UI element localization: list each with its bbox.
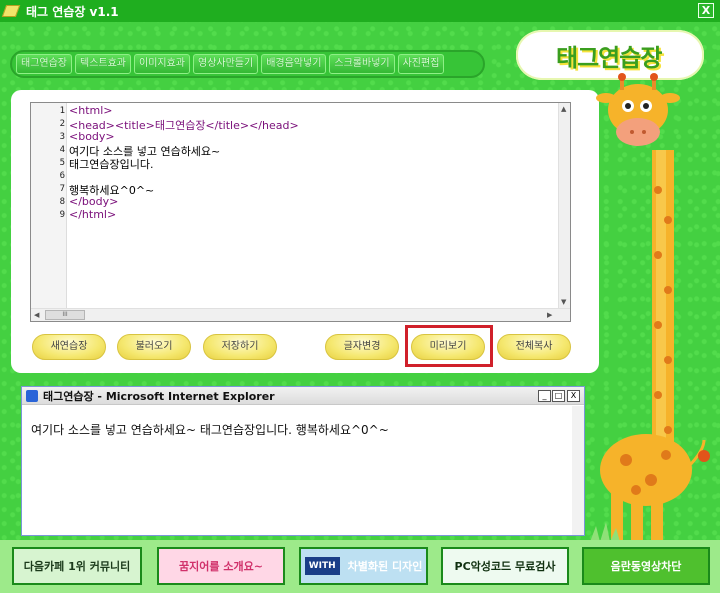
new-practice-button[interactable]: 새연습장	[32, 334, 106, 360]
code-line: 태그연습장입니다.	[69, 158, 154, 171]
menu-image-effect[interactable]: 이미지효과	[134, 54, 190, 74]
app-icon	[1, 5, 21, 17]
menu-tag-practice[interactable]: 태그연습장	[16, 54, 72, 74]
ie-title: 태그연습장 - Microsoft Internet Explorer	[43, 389, 275, 403]
with-text: 차별화된 디자인	[347, 560, 423, 573]
menu-photo-edit[interactable]: 사진편집	[397, 54, 445, 74]
scroll-up-icon[interactable]: ▲	[561, 105, 566, 113]
promo-text: 꿈지어를 소개요~	[179, 560, 263, 573]
menu-bar: 태그연습장 텍스트효과 이미지효과 영상사만들기 배경음악넣기 스크롤바넣기 사…	[10, 50, 485, 78]
block-video-text: 음란동영상차단	[610, 560, 682, 573]
ie-title-bar: 태그연습장 - Microsoft Internet Explorer	[22, 387, 584, 405]
code-line: </body>	[69, 195, 119, 208]
line-number: 4	[59, 145, 65, 155]
line-number: 8	[59, 197, 65, 207]
line-gutter: 1 2 3 4 5 6 7 8 9	[31, 103, 67, 308]
title-bar: 태그 연습장 v1.1 X	[0, 0, 720, 22]
menu-video[interactable]: 영상사만들기	[193, 54, 259, 74]
scroll-right-icon[interactable]: ▶	[547, 311, 552, 319]
ie-vertical-scrollbar[interactable]	[572, 406, 584, 535]
code-line: </html>	[69, 208, 117, 221]
with-banner[interactable]: WITH 차별화된 디자인	[299, 547, 428, 585]
scroll-thumb[interactable]: III	[45, 310, 85, 320]
save-button[interactable]: 저장하기	[203, 334, 277, 360]
app-window: 태그 연습장 v1.1 X 태그연습장 텍스트효과 이미지효과 영상사만들기 배…	[0, 0, 720, 593]
code-editor[interactable]: 1 2 3 4 5 6 7 8 9 <html> <head><title>태그…	[30, 102, 571, 322]
logo-text: 태그연습장	[556, 44, 662, 72]
virus-scan-text: PC악성코드 무료검사	[454, 560, 556, 573]
window-title: 태그 연습장 v1.1	[26, 4, 119, 19]
virus-scan-banner[interactable]: PC악성코드 무료검사	[441, 547, 569, 585]
code-line: <html>	[69, 104, 113, 117]
line-number: 3	[59, 132, 65, 142]
ie-preview-window: 태그연습장 - Microsoft Internet Explorer _ □ …	[21, 386, 585, 536]
community-banner[interactable]: 다음카페 1위 커뮤니티	[12, 547, 142, 585]
with-logo: WITH	[304, 557, 340, 575]
block-video-banner[interactable]: 음란동영상차단	[582, 547, 710, 585]
load-button[interactable]: 불러오기	[117, 334, 191, 360]
font-change-button[interactable]: 글자변경	[325, 334, 399, 360]
scroll-left-icon[interactable]: ◀	[34, 311, 39, 319]
line-number: 2	[59, 119, 65, 129]
menu-bgm[interactable]: 배경음악넣기	[261, 54, 327, 74]
code-line: <body>	[69, 130, 115, 143]
giraffe-illustration	[596, 73, 710, 540]
line-number: 5	[59, 158, 65, 168]
ie-page-content: 여기다 소스를 넣고 연습하세요~ 태그연습장입니다. 행복하세요^0^~	[31, 423, 389, 437]
promo-banner[interactable]: 꿈지어를 소개요~	[157, 547, 285, 585]
line-number: 7	[59, 184, 65, 194]
editor-vertical-scrollbar[interactable]: ▲ ▼	[558, 103, 570, 308]
line-number: 1	[59, 106, 65, 116]
copy-all-button[interactable]: 전체복사	[497, 334, 571, 360]
ie-close-button[interactable]: X	[567, 390, 580, 402]
line-number: 9	[59, 210, 65, 220]
menu-text-effect[interactable]: 텍스트효과	[75, 54, 131, 74]
scroll-down-icon[interactable]: ▼	[561, 298, 566, 306]
ie-maximize-button[interactable]: □	[552, 390, 565, 402]
close-button[interactable]: X	[698, 3, 714, 18]
ie-minimize-button[interactable]: _	[538, 390, 551, 402]
ie-icon	[26, 389, 38, 402]
preview-highlight-box	[405, 325, 493, 367]
grass-decoration	[590, 522, 620, 542]
community-text: 다음카페 1위 커뮤니티	[23, 560, 131, 573]
menu-scrollbar[interactable]: 스크롤바넣기	[329, 54, 395, 74]
line-number: 6	[59, 171, 65, 181]
editor-horizontal-scrollbar[interactable]: ◀ III ▶	[31, 308, 570, 321]
